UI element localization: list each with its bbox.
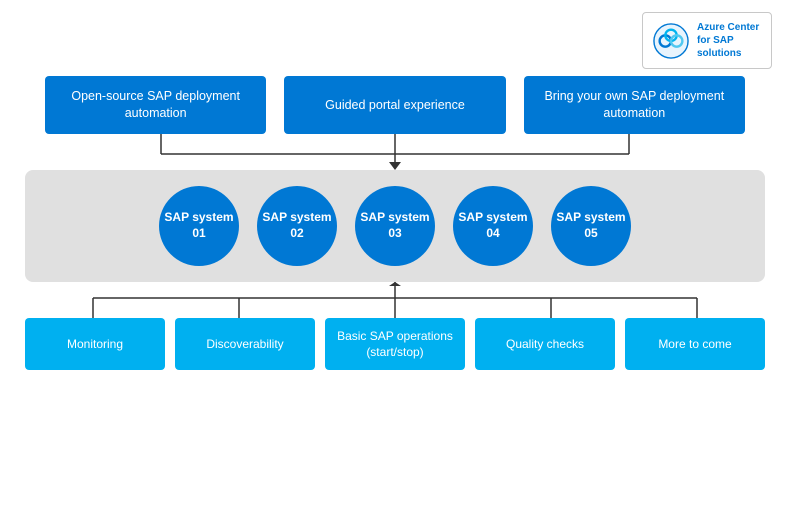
top-box-bring-own: Bring your own SAP deployment automation xyxy=(524,76,745,134)
connectors-bottom xyxy=(25,282,765,318)
sap-circle-04: SAP system 04 xyxy=(453,186,533,266)
azure-logo-text: Azure Center for SAP solutions xyxy=(697,21,761,60)
sap-circle-02: SAP system 02 xyxy=(257,186,337,266)
sap-circle-05: SAP system 05 xyxy=(551,186,631,266)
bottom-box-monitoring: Monitoring xyxy=(25,318,165,370)
azure-logo: Azure Center for SAP solutions xyxy=(642,12,772,69)
sap-circle-01: SAP system 01 xyxy=(159,186,239,266)
top-box-guided-portal: Guided portal experience xyxy=(284,76,505,134)
bottom-box-more-to-come: More to come xyxy=(625,318,765,370)
bottom-box-discoverability: Discoverability xyxy=(175,318,315,370)
connectors-top xyxy=(45,134,745,170)
azure-icon xyxy=(653,23,689,59)
bottom-box-basic-ops: Basic SAP operations (start/stop) xyxy=(325,318,465,370)
top-box-open-source: Open-source SAP deployment automation xyxy=(45,76,266,134)
sap-circle-03: SAP system 03 xyxy=(355,186,435,266)
main-container: Azure Center for SAP solutions Open-sour… xyxy=(0,0,790,532)
bottom-box-quality-checks: Quality checks xyxy=(475,318,615,370)
top-boxes-row: Open-source SAP deployment automation Gu… xyxy=(45,76,745,134)
bottom-boxes-row: Monitoring Discoverability Basic SAP ope… xyxy=(25,318,765,370)
middle-band: SAP system 01 SAP system 02 SAP system 0… xyxy=(25,170,765,282)
